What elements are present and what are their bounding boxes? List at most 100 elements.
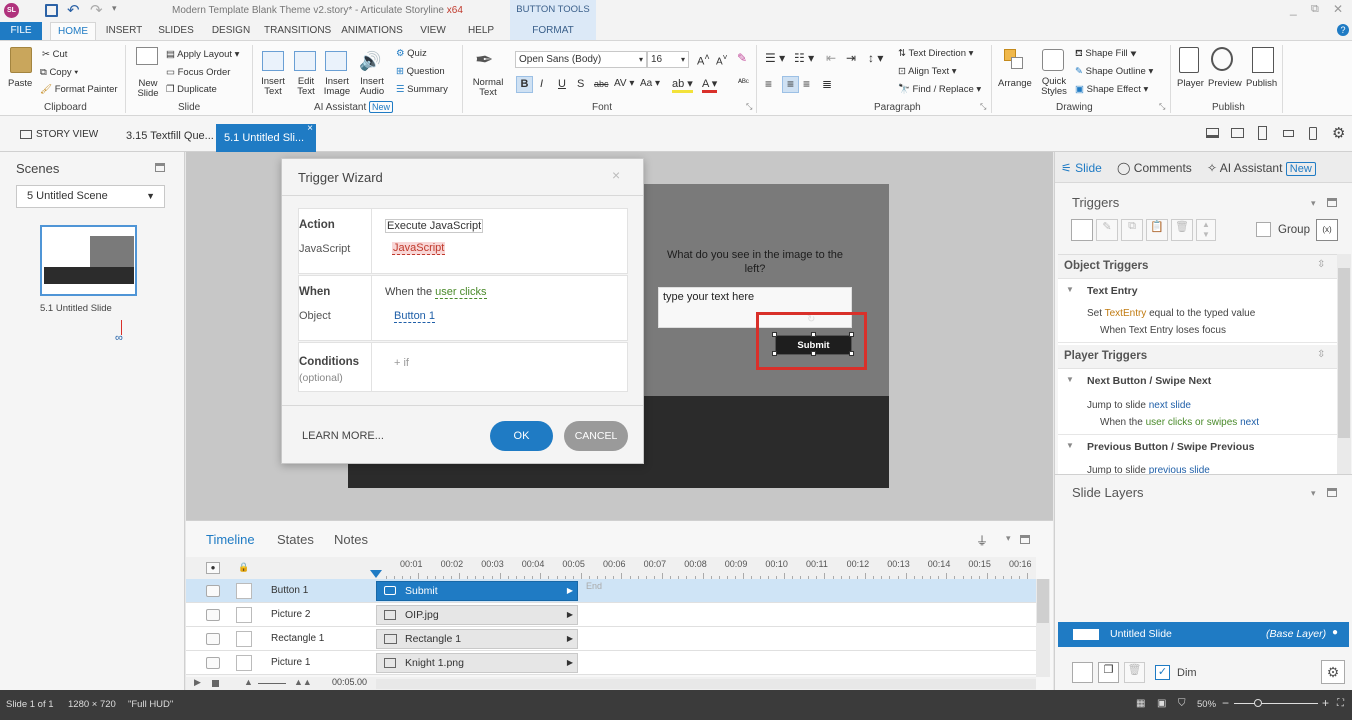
- shape-outline-button[interactable]: ✎ Shape Outline ▾: [1075, 66, 1153, 77]
- find-replace-button[interactable]: 🔭 Find / Replace ▾: [898, 84, 981, 95]
- drawing-dialog-launcher-icon[interactable]: ⤡: [1159, 102, 1165, 112]
- resize-handle[interactable]: [849, 351, 854, 356]
- normal-view-icon[interactable]: ▦: [1136, 698, 1145, 709]
- variable-link[interactable]: TextEntry: [1105, 308, 1147, 319]
- close-window-icon[interactable]: ✕: [1333, 2, 1343, 16]
- insert-image-button[interactable]: Insert Image: [322, 77, 352, 97]
- when-value-link[interactable]: user clicks: [435, 286, 487, 299]
- save-icon[interactable]: [45, 4, 58, 17]
- minimize-icon[interactable]: _: [1290, 2, 1297, 16]
- collapse-all-icon[interactable]: ⇳: [1317, 259, 1325, 270]
- timeline-hscroll[interactable]: [376, 679, 1036, 689]
- quick-styles-button[interactable]: Quick Styles: [1039, 77, 1069, 97]
- panel-popout-icon[interactable]: [1327, 198, 1337, 207]
- zoom-in-button[interactable]: +: [1322, 696, 1329, 710]
- panel-popout-icon[interactable]: [1327, 488, 1337, 497]
- slide-link[interactable]: next slide: [1149, 400, 1191, 411]
- layer-visibility-icon[interactable]: ●: [1332, 627, 1338, 638]
- eye-toggle-icon[interactable]: [206, 585, 220, 597]
- dim-checkbox[interactable]: ✓: [1155, 665, 1170, 680]
- collapse-all-icon[interactable]: ⇳: [1317, 349, 1325, 360]
- expand-arrow-icon[interactable]: ▶: [567, 630, 573, 648]
- font-size-select[interactable]: 16 ▾: [647, 51, 689, 68]
- trigger-item[interactable]: Set TextEntry equal to the typed value W…: [1058, 303, 1337, 343]
- panel-popout-icon[interactable]: [1020, 535, 1030, 544]
- slide-thumbnail[interactable]: [40, 225, 137, 296]
- resize-handle[interactable]: [849, 332, 854, 337]
- tab-design[interactable]: DESIGN: [208, 22, 254, 40]
- qat-dropdown-icon[interactable]: ▾: [112, 3, 117, 14]
- panel-menu-icon[interactable]: ▾: [1006, 533, 1011, 544]
- publish-icon[interactable]: [1252, 47, 1274, 73]
- quick-styles-icon[interactable]: [1042, 49, 1064, 71]
- timeline-row[interactable]: Picture 1 Knight 1.png ▶: [186, 651, 1036, 675]
- undo-icon[interactable]: ↶: [67, 1, 80, 19]
- expand-arrow-icon[interactable]: ▶: [567, 654, 573, 672]
- expand-arrow-icon[interactable]: ▶: [567, 606, 573, 624]
- paste-icon[interactable]: [10, 47, 32, 73]
- strikethrough-icon[interactable]: abc: [594, 79, 609, 89]
- font-family-select[interactable]: Open Sans (Body) ▾: [515, 51, 647, 68]
- layout-tall-icon[interactable]: [1258, 126, 1267, 140]
- trigger-item[interactable]: Jump to slide next slide When the user c…: [1058, 393, 1337, 435]
- publish-button[interactable]: Publish: [1246, 78, 1277, 89]
- eye-toggle-icon[interactable]: ●: [206, 562, 220, 574]
- help-icon[interactable]: ?: [1337, 24, 1349, 36]
- new-slide-button[interactable]: New Slide: [133, 79, 163, 99]
- layout-normal-icon[interactable]: [1206, 128, 1219, 138]
- group-checkbox[interactable]: [1256, 222, 1271, 237]
- resize-handle[interactable]: [811, 351, 816, 356]
- event-link[interactable]: user clicks or swipes: [1146, 417, 1238, 428]
- paste-trigger-icon[interactable]: 📋: [1146, 219, 1168, 241]
- event-direction-link[interactable]: next: [1240, 417, 1259, 428]
- insert-image-icon[interactable]: [325, 51, 347, 71]
- clear-format-icon[interactable]: ✎: [737, 51, 747, 65]
- arrange-button[interactable]: Arrange: [998, 78, 1032, 89]
- zoom-slider-thumb[interactable]: [1254, 699, 1262, 707]
- tab-file[interactable]: FILE: [0, 22, 42, 40]
- expand-arrow-icon[interactable]: ▶: [567, 582, 573, 600]
- insert-audio-button[interactable]: Insert Audio: [356, 77, 388, 97]
- panel-menu-icon[interactable]: ▾: [1311, 198, 1316, 209]
- normal-text-icon[interactable]: ✒: [475, 47, 493, 73]
- tab-transitions[interactable]: TRANSITIONS: [264, 22, 331, 40]
- shape-effect-button[interactable]: ▣ Shape Effect ▾: [1075, 84, 1148, 95]
- variables-icon[interactable]: (x): [1316, 219, 1338, 241]
- justify-icon[interactable]: ≣: [822, 77, 832, 91]
- copy-button[interactable]: ⧉ Copy ▾: [40, 67, 78, 78]
- char-spacing-icon[interactable]: AV ▾: [614, 78, 634, 89]
- timeline-vscroll[interactable]: [1036, 579, 1050, 677]
- layer-settings-icon[interactable]: ⚙: [1321, 660, 1345, 684]
- javascript-value-link[interactable]: JavaScript: [392, 242, 446, 255]
- lock-toggle-icon[interactable]: 🔒: [238, 562, 250, 574]
- shadow-icon[interactable]: S: [577, 78, 584, 90]
- ok-button[interactable]: OK: [490, 421, 553, 451]
- slide-question-text[interactable]: What do you see in the image to the left…: [664, 248, 846, 276]
- arrange-icon[interactable]: [1004, 49, 1024, 71]
- timeline-bar[interactable]: Submit ▶: [376, 581, 578, 601]
- scene-select[interactable]: 5 Untitled Scene ▼: [16, 185, 165, 208]
- tab-help[interactable]: HELP: [462, 22, 500, 40]
- new-layer-icon[interactable]: [1072, 662, 1093, 683]
- collapse-triangle-icon[interactable]: ▼: [1066, 285, 1074, 294]
- italic-icon[interactable]: I: [540, 78, 543, 90]
- zoom-out-button[interactable]: −: [1222, 696, 1229, 710]
- shrink-font-icon[interactable]: A˅: [716, 52, 728, 67]
- fit-view-icon[interactable]: ⛉: [1178, 698, 1186, 709]
- tab-format[interactable]: FORMAT: [510, 22, 596, 40]
- focus-order-button[interactable]: ▭ Focus Order: [166, 67, 230, 78]
- base-layer-row[interactable]: Untitled Slide (Base Layer) ●: [1058, 622, 1349, 647]
- cancel-button[interactable]: CANCEL: [564, 421, 628, 451]
- format-painter-button[interactable]: 🖌 Format Painter: [40, 84, 118, 95]
- edit-trigger-icon[interactable]: ✎: [1096, 219, 1118, 241]
- eye-toggle-icon[interactable]: [206, 633, 220, 645]
- align-center-icon[interactable]: ≡: [782, 76, 799, 93]
- paste-button[interactable]: Paste: [8, 78, 32, 89]
- tab-timeline[interactable]: Timeline: [206, 532, 255, 547]
- eye-toggle-icon[interactable]: [206, 657, 220, 669]
- cut-button[interactable]: ✂ Cut: [42, 49, 67, 60]
- fit-window-icon[interactable]: ⛶: [1337, 698, 1344, 709]
- doc-tab-5-1[interactable]: 5.1 Untitled Sli... ×: [216, 123, 316, 152]
- new-trigger-icon[interactable]: [1071, 219, 1093, 241]
- duplicate-button[interactable]: ❐ Duplicate: [166, 84, 217, 95]
